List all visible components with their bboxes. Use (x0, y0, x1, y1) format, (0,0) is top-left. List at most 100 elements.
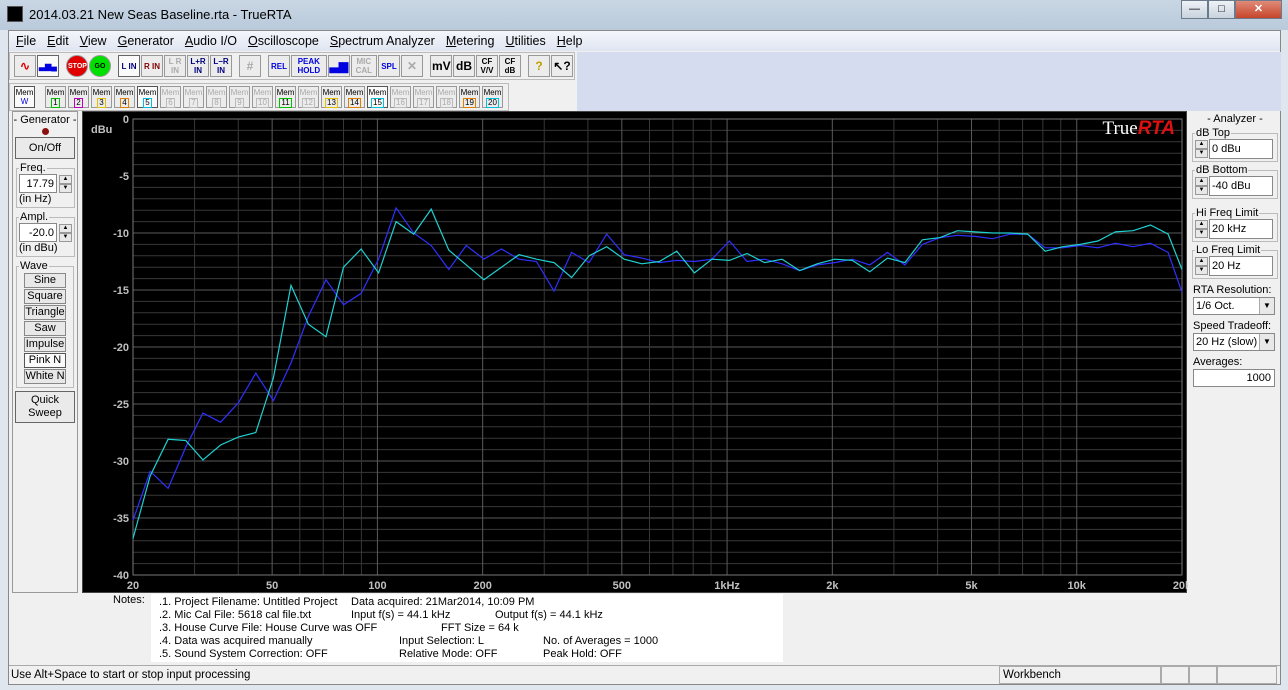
db-bottom-input[interactable] (1209, 176, 1273, 196)
memory-button-W[interactable]: Mem W (14, 86, 35, 108)
ampl-input[interactable] (19, 223, 57, 242)
minimize-button[interactable]: — (1181, 0, 1208, 19)
cf-db-button[interactable]: CF dB (499, 55, 521, 77)
memory-label: Mem (138, 88, 157, 97)
ampl-up-icon[interactable]: ▲ (59, 223, 72, 233)
hi-freq-up-icon[interactable]: ▲ (1195, 220, 1208, 229)
db-bottom-up-icon[interactable]: ▲ (1195, 177, 1208, 186)
db-top-input[interactable] (1209, 139, 1273, 159)
context-help-button[interactable]: ↖? (551, 55, 573, 77)
hi-freq-input[interactable] (1209, 219, 1273, 239)
menu-metering[interactable]: Metering (445, 31, 501, 51)
close-button[interactable]: ✕ (1235, 0, 1282, 19)
memory-button-18[interactable]: Mem 18 (436, 86, 457, 108)
memory-button-5[interactable]: Mem 5 (137, 86, 158, 108)
memory-button-14[interactable]: Mem 14 (344, 86, 365, 108)
lo-freq-input[interactable] (1209, 256, 1273, 276)
right-in-button[interactable]: R IN (141, 55, 163, 77)
wave-pink-n-button[interactable]: Pink N (24, 353, 66, 368)
memory-button-8[interactable]: Mem 8 (206, 86, 227, 108)
spectrum-button[interactable]: ▃▆▄ (37, 55, 59, 77)
wave-white-n-button[interactable]: White N (24, 369, 66, 384)
memory-button-3[interactable]: Mem 3 (91, 86, 112, 108)
memory-number: 20 (486, 98, 499, 108)
memory-button-12[interactable]: Mem 12 (298, 86, 319, 108)
peak-hold-button[interactable]: PEAK HOLD (291, 55, 327, 77)
memory-button-10[interactable]: Mem 10 (252, 86, 273, 108)
cf-vv-button[interactable]: CF V/V (476, 55, 498, 77)
maximize-button[interactable]: □ (1208, 0, 1235, 19)
menu-audio-i-o[interactable]: Audio I/O (184, 31, 243, 51)
wave-triangle-button[interactable]: Triangle (24, 305, 66, 320)
menu-file[interactable]: File (15, 31, 42, 51)
x-tick-label: 20 (127, 580, 139, 592)
memory-number: 5 (143, 98, 152, 108)
chevron-down-icon[interactable]: ▼ (1259, 298, 1274, 314)
go-button[interactable]: GO (89, 55, 111, 77)
menu-view[interactable]: View (79, 31, 113, 51)
memory-number: 17 (417, 98, 430, 108)
x-tick-label: 5k (965, 580, 978, 592)
wave-impulse-button[interactable]: Impulse (24, 337, 66, 352)
menu-oscilloscope[interactable]: Oscilloscope (247, 31, 325, 51)
averages-input[interactable] (1193, 369, 1275, 387)
menu-spectrum-analyzer[interactable]: Spectrum Analyzer (329, 31, 441, 51)
lo-freq-up-icon[interactable]: ▲ (1195, 257, 1208, 266)
grid-button[interactable]: # (239, 55, 261, 77)
lo-freq-down-icon[interactable]: ▼ (1195, 266, 1208, 275)
wave-sine-button[interactable]: Sine (24, 273, 66, 288)
spl-button[interactable]: SPL (378, 55, 400, 77)
lr-in-button[interactable]: L R IN (164, 55, 186, 77)
mv-button[interactable]: mV (430, 55, 452, 77)
memory-button-1[interactable]: Mem 1 (45, 86, 66, 108)
rel-button[interactable]: REL (268, 55, 290, 77)
hi-freq-down-icon[interactable]: ▼ (1195, 229, 1208, 238)
freq-input[interactable] (19, 174, 57, 193)
sine-wave-button[interactable]: ∿ (14, 55, 36, 77)
memory-button-20[interactable]: Mem 20 (482, 86, 503, 108)
memory-button-4[interactable]: Mem 4 (114, 86, 135, 108)
mic-cal-button[interactable]: MIC CAL (350, 55, 377, 77)
stop-button[interactable]: STOP (66, 55, 88, 77)
chevron-down-icon[interactable]: ▼ (1259, 334, 1274, 350)
x-button[interactable]: ✕ (401, 55, 423, 77)
memory-button-17[interactable]: Mem 17 (413, 86, 434, 108)
speed-tradeoff-select[interactable]: 20 Hz (slow) ▼ (1193, 333, 1275, 351)
ampl-down-icon[interactable]: ▼ (59, 232, 72, 242)
memory-button-2[interactable]: Mem 2 (68, 86, 89, 108)
db-bottom-label: dB Bottom (1196, 164, 1248, 176)
freq-up-icon[interactable]: ▲ (59, 174, 72, 184)
db-bottom-down-icon[interactable]: ▼ (1195, 186, 1208, 195)
menu-utilities[interactable]: Utilities (504, 31, 551, 51)
note-line-1: Data acquired: 21Mar2014, 10:09 PM (351, 596, 535, 608)
memory-button-11[interactable]: Mem 11 (275, 86, 296, 108)
logo-rta: RTA (1138, 118, 1175, 139)
memory-button-15[interactable]: Mem 15 (367, 86, 388, 108)
freq-down-icon[interactable]: ▼ (59, 183, 72, 193)
memory-button-9[interactable]: Mem 9 (229, 86, 250, 108)
help-button[interactable]: ? (528, 55, 550, 77)
memory-button-19[interactable]: Mem 19 (459, 86, 480, 108)
db-top-up-icon[interactable]: ▲ (1195, 140, 1208, 149)
menu-help[interactable]: Help (556, 31, 589, 51)
menu-generator[interactable]: Generator (117, 31, 180, 51)
quick-sweep-button[interactable]: Quick Sweep (15, 391, 75, 423)
left-in-button[interactable]: L IN (118, 55, 140, 77)
memory-number: 2 (74, 98, 83, 108)
wave-square-button[interactable]: Square (24, 289, 66, 304)
memory-button-13[interactable]: Mem 13 (321, 86, 342, 108)
wave-saw-button[interactable]: Saw (24, 321, 66, 336)
memory-button-7[interactable]: Mem 7 (183, 86, 204, 108)
l-plus-r-in-button[interactable]: L+R IN (187, 55, 209, 77)
db-top-down-icon[interactable]: ▼ (1195, 149, 1208, 158)
memory-button-6[interactable]: Mem 6 (160, 86, 181, 108)
x-tick-label: 500 (613, 580, 631, 592)
generator-onoff-button[interactable]: On/Off (15, 137, 75, 159)
memory-button-16[interactable]: Mem 16 (390, 86, 411, 108)
menu-edit[interactable]: Edit (46, 31, 75, 51)
memory-label: Mem (391, 88, 410, 97)
rta-resolution-select[interactable]: 1/6 Oct. ▼ (1193, 297, 1275, 315)
bars-button[interactable]: ▃▆ (327, 55, 350, 77)
l-minus-r-in-button[interactable]: L−R IN (210, 55, 232, 77)
db-button[interactable]: dB (453, 55, 475, 77)
